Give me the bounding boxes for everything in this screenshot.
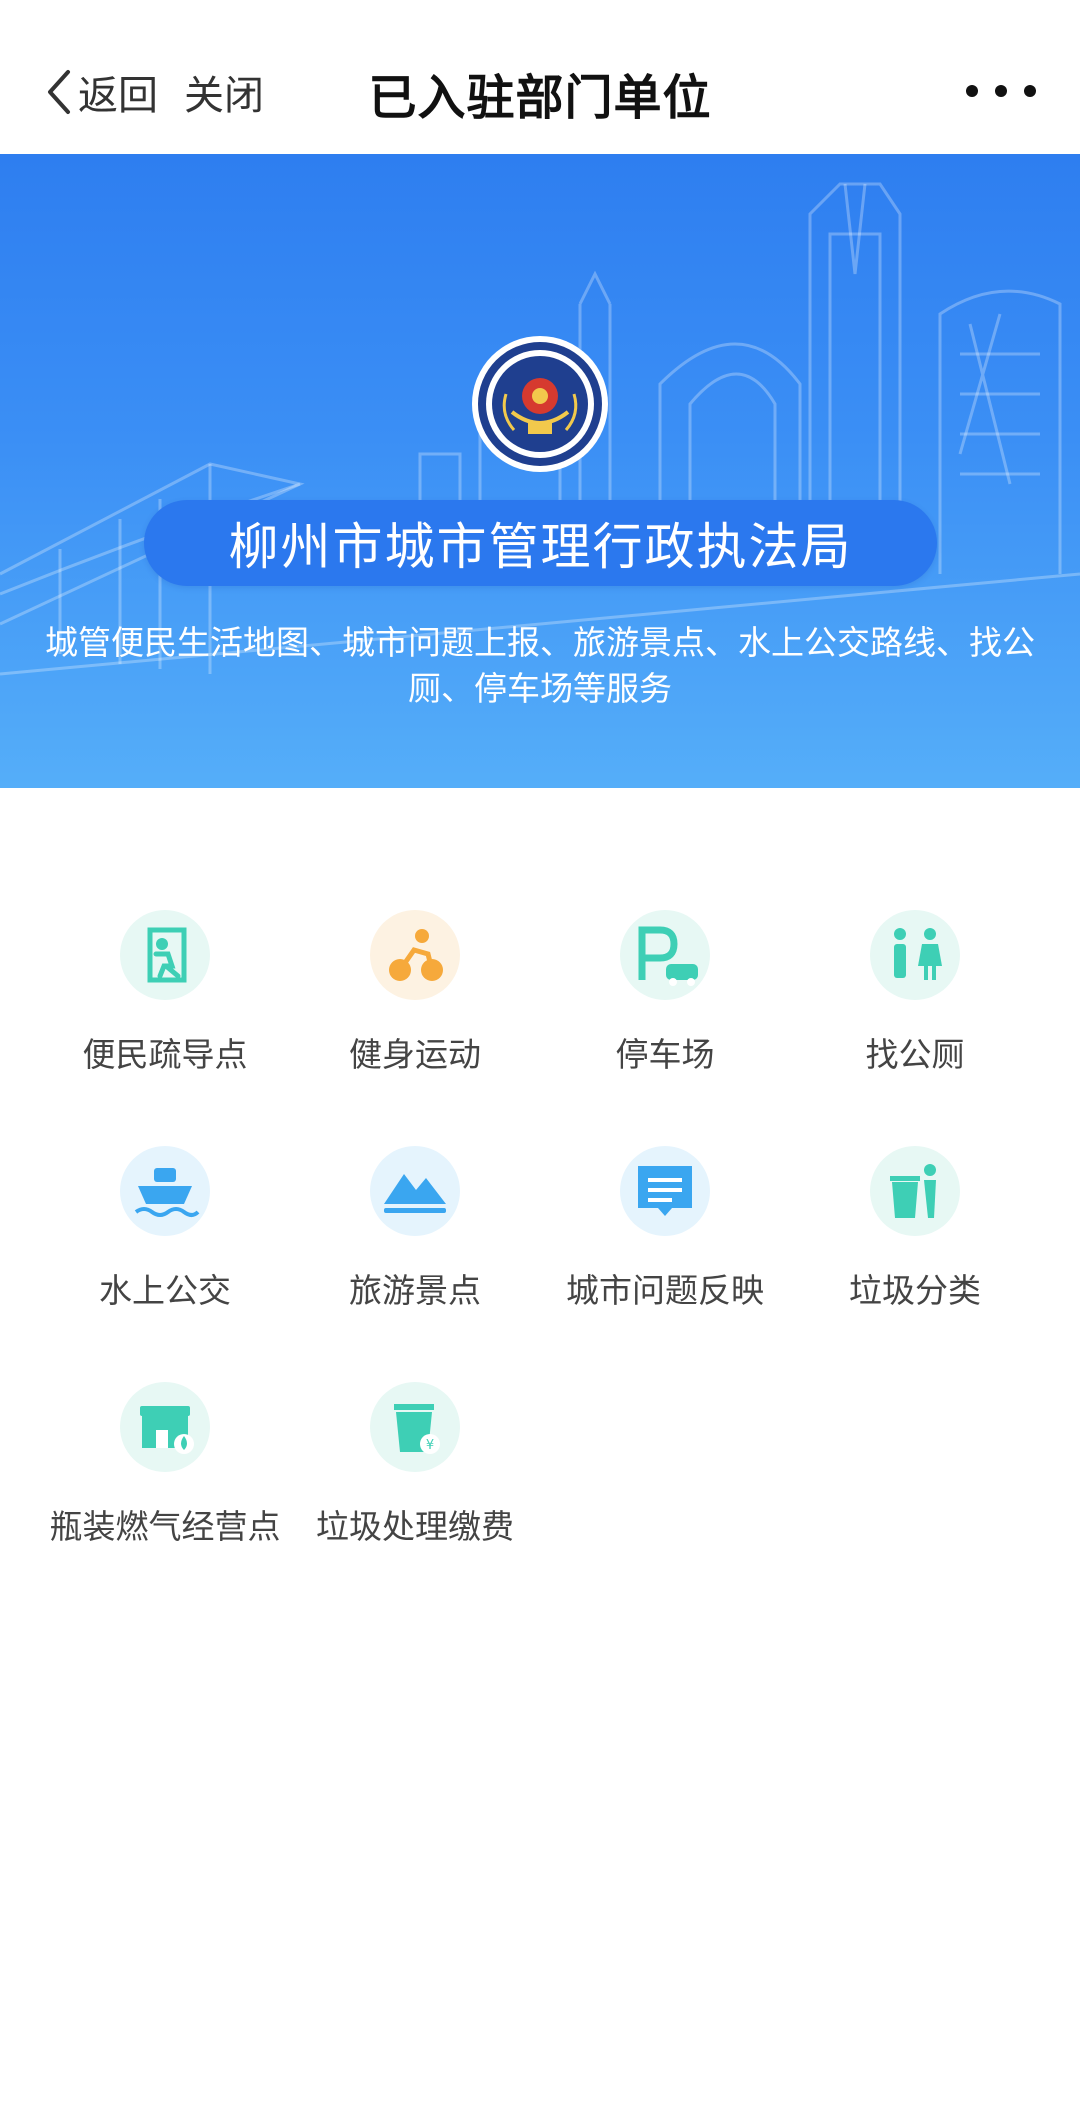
service-label: 水上公交 (99, 1271, 231, 1310)
more-dot-icon (1024, 85, 1036, 97)
service-label: 垃圾处理缴费 (316, 1507, 514, 1546)
service-vendor-point[interactable]: 便民疏导点 (40, 910, 290, 1080)
nav-bar: 返回 关闭 已入驻部门单位 (0, 0, 1080, 154)
service-parking[interactable]: 停车场 (540, 910, 790, 1080)
message-icon (620, 1146, 710, 1236)
toilet-icon (870, 910, 960, 1000)
service-fitness[interactable]: 健身运动 (290, 910, 540, 1080)
more-dot-icon (966, 85, 978, 97)
enforcement-emblem-icon (472, 336, 608, 472)
service-label: 瓶装燃气经营点 (49, 1507, 281, 1546)
trash-sort-icon (870, 1146, 960, 1236)
trash-pay-icon: ¥ (370, 1382, 460, 1472)
service-scenic-spots[interactable]: 旅游景点 (290, 1146, 540, 1316)
parking-icon (620, 910, 710, 1000)
more-menu-button[interactable] (966, 76, 1036, 106)
service-water-bus[interactable]: 水上公交 (40, 1146, 290, 1316)
service-city-issue-report[interactable]: 城市问题反映 (540, 1146, 790, 1316)
svg-text:¥: ¥ (426, 1438, 434, 1453)
service-label: 便民疏导点 (82, 1035, 248, 1074)
org-description: 城管便民生活地图、城市问题上报、旅游景点、水上公交路线、找公厕、停车场等服务 (45, 623, 1035, 708)
org-name-pill: 柳州市城市管理行政执法局 (144, 500, 937, 586)
boat-icon (120, 1146, 210, 1236)
service-waste-fee-payment[interactable]: ¥ 垃圾处理缴费 (290, 1382, 540, 1552)
service-label: 城市问题反映 (566, 1271, 764, 1310)
org-banner: 柳州市城市管理行政执法局 城管便民生活地图、城市问题上报、旅游景点、水上公交路线… (0, 154, 1080, 788)
gas-shop-icon (120, 1382, 210, 1472)
mountain-icon (370, 1146, 460, 1236)
page-title: 已入驻部门单位 (368, 70, 712, 126)
service-toilet[interactable]: 找公厕 (790, 910, 1040, 1080)
org-name: 柳州市城市管理行政执法局 (228, 518, 853, 576)
cycling-icon (370, 910, 460, 1000)
more-dot-icon (995, 85, 1007, 97)
service-waste-sorting[interactable]: 垃圾分类 (790, 1146, 1040, 1316)
service-gas-shop[interactable]: 瓶装燃气经营点 (40, 1382, 290, 1552)
service-label: 停车场 (615, 1035, 715, 1074)
vendor-icon (120, 910, 210, 1000)
service-label: 找公厕 (865, 1035, 965, 1074)
service-label: 垃圾分类 (849, 1271, 981, 1310)
service-label: 旅游景点 (349, 1271, 481, 1310)
service-label: 健身运动 (349, 1035, 481, 1074)
